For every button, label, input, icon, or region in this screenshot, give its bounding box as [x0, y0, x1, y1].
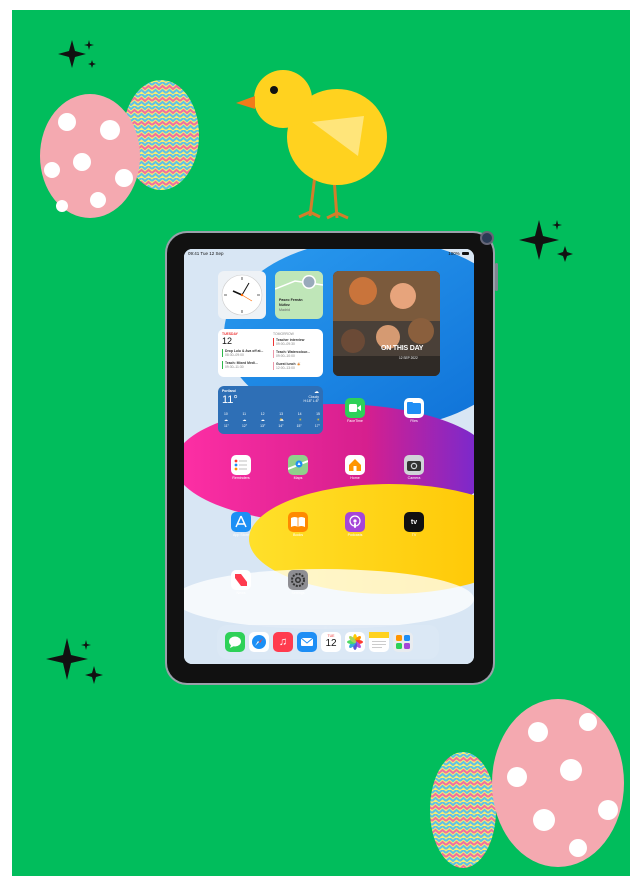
photo-image — [333, 271, 440, 376]
cloud-icon: ☁ — [224, 417, 228, 422]
sun-icon: ☀ — [316, 417, 320, 422]
app-maps[interactable]: Maps — [287, 455, 309, 480]
calendar-widget[interactable]: TUESDAY 12 Drop Lulu & Ava off at... 08:… — [218, 329, 323, 377]
calendar-event: Drop Lulu & Ava off at... 08:30–09:00 — [222, 349, 269, 357]
cloud-icon: ☁ — [260, 417, 265, 422]
polka-egg-icon — [40, 94, 140, 218]
app-camera[interactable]: Camera — [403, 455, 425, 480]
status-bar: 09:41 Tue 12 Sep 100% — [184, 249, 474, 258]
sparkle-icon — [519, 220, 573, 262]
calendar-event: Teach: Mixed Medi... 09:30–11:30 — [222, 361, 269, 369]
contact-location: Madrid — [279, 308, 290, 312]
battery-icon — [462, 252, 469, 256]
app-news[interactable]: News — [230, 570, 252, 595]
status-time: 09:41 Tue 12 Sep — [188, 251, 224, 256]
cloud-icon: ☁ — [314, 389, 319, 395]
photo-title: ON THIS DAY — [381, 345, 424, 352]
dock: ♫ TUE 12 — [217, 625, 439, 659]
volume-button — [495, 263, 498, 291]
calendar-event: Teach: Watercolour... 09:00–10:00 — [273, 350, 310, 358]
camera-icon — [480, 231, 494, 245]
polka-egg-icon — [492, 699, 624, 867]
app-library-icon[interactable] — [393, 632, 413, 652]
appletv-icon: tv — [404, 512, 424, 532]
weather-hilo: H:18° L:8° — [303, 399, 319, 403]
gear-icon — [288, 570, 308, 590]
weather-temp: 11° — [222, 394, 238, 406]
weather-widget[interactable]: Portland 11° Cloudy H:18° L:8° ☁ 10 11 1… — [218, 386, 323, 434]
status-battery: 100% — [448, 251, 469, 256]
weather-icons: ☁ ☁ ☁ ⛅ ☀ ☀ — [224, 417, 320, 422]
calendar-tomorrow-label: TOMORROW — [273, 332, 294, 336]
calendar-event: Guest lunch 🍝 12:00–13:00 — [273, 362, 301, 370]
calendar-day-number: 12 — [222, 336, 233, 346]
photo-date: 12 SEP 2022 — [399, 356, 418, 360]
ipad-device: 09:41 Tue 12 Sep 100% Paseo Fernán Núñez… — [165, 231, 498, 685]
books-icon — [288, 512, 308, 532]
cloud-icon: ☁ — [242, 417, 247, 422]
sparkle-icon — [46, 638, 103, 684]
app-settings[interactable]: Settings — [287, 570, 309, 595]
files-icon — [404, 398, 424, 418]
app-books[interactable]: Books — [287, 512, 309, 537]
app-podcasts[interactable]: Podcasts — [344, 512, 366, 537]
podcasts-icon — [345, 512, 365, 532]
app-appstore[interactable]: App Store — [230, 512, 252, 537]
battery-percent: 100% — [448, 251, 460, 256]
news-icon — [231, 570, 251, 590]
home-icon — [345, 455, 365, 475]
easter-card: 09:41 Tue 12 Sep 100% Paseo Fernán Núñez… — [12, 10, 630, 876]
clock-face-icon — [221, 274, 263, 316]
contact-name-line2: Núñez — [279, 303, 290, 307]
weather-city: Portland — [222, 389, 236, 393]
clock-widget[interactable] — [218, 271, 266, 319]
app-reminders[interactable]: Reminders — [230, 455, 252, 480]
photos-widget[interactable]: ON THIS DAY 12 SEP 2022 — [333, 271, 440, 376]
appstore-icon — [231, 512, 251, 532]
map-thumbnail — [275, 271, 323, 297]
app-facetime[interactable]: FaceTime — [344, 398, 366, 423]
maps-icon — [287, 455, 309, 475]
mail-icon[interactable] — [297, 632, 317, 652]
weather-temps: 11° 12° 13° 14° 15° 17° — [224, 424, 320, 428]
safari-icon[interactable] — [249, 632, 269, 652]
camera-app-icon — [404, 455, 424, 475]
contact-widget[interactable]: Paseo Fernán Núñez Madrid — [275, 271, 323, 319]
calendar-event: Teacher interview 09:00–09:30 — [273, 338, 322, 346]
reminders-icon — [231, 455, 251, 475]
sparkle-icon — [58, 40, 96, 68]
app-tv[interactable]: tv TV — [403, 512, 425, 537]
app-home[interactable]: Home — [344, 455, 366, 480]
app-files[interactable]: Files — [403, 398, 425, 423]
weather-hours: 10 11 12 13 14 15 — [224, 412, 320, 416]
music-icon[interactable]: ♫ — [273, 632, 293, 652]
facetime-icon — [345, 398, 365, 418]
home-screen: 09:41 Tue 12 Sep 100% Paseo Fernán Núñez… — [184, 249, 474, 664]
chick-icon — [236, 70, 387, 220]
messages-icon[interactable] — [225, 632, 245, 652]
contact-name-line1: Paseo Fernán — [279, 298, 303, 302]
calendar-app-icon[interactable]: TUE 12 — [321, 632, 341, 652]
notes-icon[interactable] — [369, 632, 389, 652]
sun-icon: ☀ — [298, 417, 303, 422]
striped-egg-icon — [430, 752, 496, 868]
photos-icon[interactable] — [345, 632, 365, 652]
partly-sunny-icon: ⛅ — [279, 417, 285, 422]
